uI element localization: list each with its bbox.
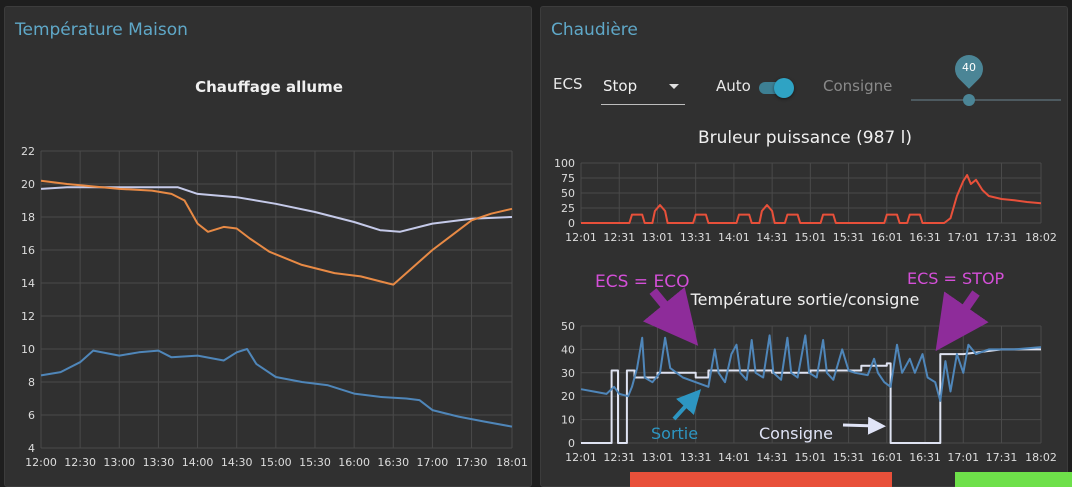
x-tick-label: 14:31 xyxy=(756,451,788,464)
status-strip-red xyxy=(630,472,892,487)
x-tick-label: 14:01 xyxy=(718,451,750,464)
chart-temperature-maison: 4 6 8 10 12 14 16 18 20 22 12:00 12:30 13:00 13:30 14:… xyxy=(21,145,528,469)
left-panel: Température Maison Chauffage allume 4681… xyxy=(4,6,532,487)
x-tick-label: 15:00 xyxy=(260,456,292,469)
x-tick-label: 17:30 xyxy=(456,456,488,469)
x-tick-label: 16:31 xyxy=(909,451,941,464)
y-tick-label: 6 xyxy=(28,409,35,422)
x-tick-label: 16:00 xyxy=(338,456,370,469)
x-tick-label: 14:00 xyxy=(182,456,214,469)
y-tick-label: 22 xyxy=(21,145,35,158)
series-line xyxy=(40,179,513,286)
y-tick-label: 20 xyxy=(561,390,575,403)
x-tick-label: 12:01 xyxy=(565,451,597,464)
y-tick-label: 12 xyxy=(21,310,35,323)
y-tick-label: 4 xyxy=(28,442,35,455)
x-tick-label: 12:31 xyxy=(603,451,635,464)
x-tick-label: 18:01 xyxy=(496,456,528,469)
y-tick-label: 40 xyxy=(561,343,575,356)
y-tick-label: 0 xyxy=(568,437,575,450)
x-tick-label: 17:31 xyxy=(986,451,1018,464)
x-tick-label: 18:02 xyxy=(1025,451,1057,464)
y-tick-label: 18 xyxy=(21,211,35,224)
status-strip-green xyxy=(955,472,1072,487)
x-tick-label: 15:30 xyxy=(299,456,331,469)
x-tick-label: 13:01 xyxy=(642,451,674,464)
y-tick-label: 8 xyxy=(28,376,35,389)
y-tick-label: 50 xyxy=(561,320,575,333)
x-tick-label: 13:31 xyxy=(680,451,712,464)
series-line xyxy=(40,186,513,233)
x-tick-label: 12:00 xyxy=(25,456,57,469)
x-tick-label: 13:30 xyxy=(143,456,175,469)
x-tick-label: 17:01 xyxy=(947,451,979,464)
x-tick-label: 14:30 xyxy=(221,456,253,469)
y-tick-label: 14 xyxy=(21,277,35,290)
x-tick-label: 13:00 xyxy=(103,456,135,469)
x-tick-label: 15:31 xyxy=(833,451,865,464)
series-line-sortie xyxy=(580,334,1042,402)
chart-temperature-sortie: 0 10 20 30 40 50 12:01 12:31 13:01 13:31 14:01 14:3… xyxy=(561,320,1057,464)
y-tick-label: 10 xyxy=(21,343,35,356)
y-tick-label: 16 xyxy=(21,244,35,257)
x-tick-label: 16:01 xyxy=(871,451,903,464)
y-tick-label: 10 xyxy=(561,414,575,427)
y-tick-label: 20 xyxy=(21,178,35,191)
x-tick-label: 12:30 xyxy=(64,456,96,469)
y-tick-label: 30 xyxy=(561,367,575,380)
x-tick-label: 15:01 xyxy=(795,451,827,464)
right-panel: Chaudière ECS Stop Auto Consigne 40 Brul… xyxy=(540,6,1068,487)
x-tick-label: 16:30 xyxy=(377,456,409,469)
x-tick-label: 17:00 xyxy=(417,456,449,469)
